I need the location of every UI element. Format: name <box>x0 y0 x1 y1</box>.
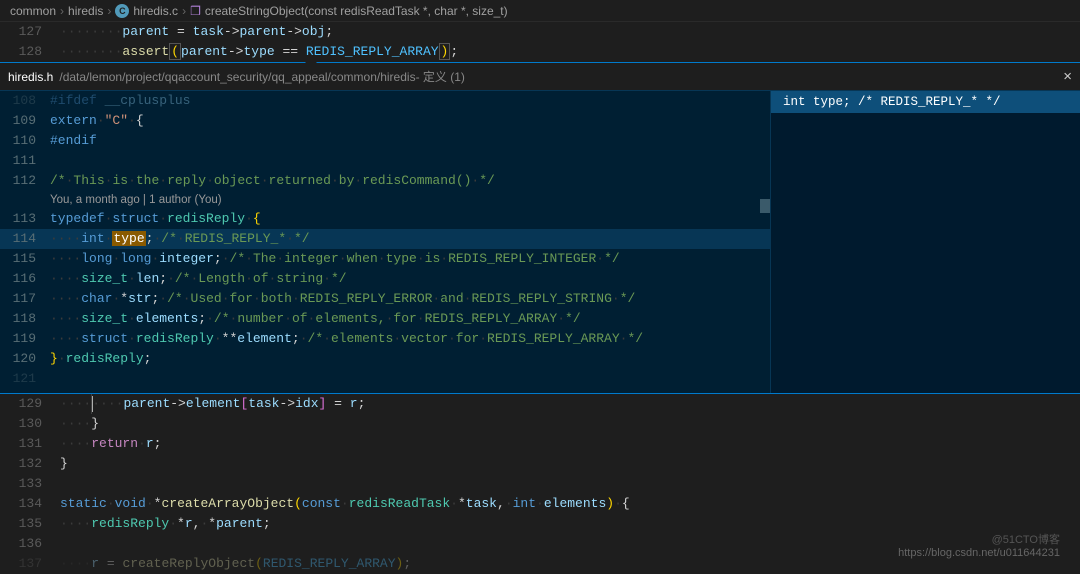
code-line[interactable]: 113 typedef·struct·redisReply·{ <box>0 209 770 229</box>
peek-title-suffix: - 定义 (1) <box>416 68 465 85</box>
line-number: 113 <box>0 209 50 229</box>
editor-main[interactable]: 127 ········parent = task->parent->obj; … <box>0 22 1080 62</box>
line-number: 121 <box>0 369 50 389</box>
line-number: 129 <box>0 394 60 414</box>
line-number: 127 <box>0 22 60 42</box>
line-number: 136 <box>0 534 60 554</box>
breadcrumb[interactable]: common › hiredis › C hiredis.c › ❒ creat… <box>0 0 1080 22</box>
code-line[interactable]: 128 ········assert(parent->type == REDIS… <box>0 42 1080 62</box>
peek-view: hiredis.h /data/lemon/project/qqaccount_… <box>0 62 1080 394</box>
peek-file-name[interactable]: hiredis.h <box>8 70 53 84</box>
line-number: 109 <box>0 111 50 131</box>
line-number: 116 <box>0 269 50 289</box>
line-number: 130 <box>0 414 60 434</box>
code-line[interactable]: 110 #endif <box>0 131 770 151</box>
peek-file-path: /data/lemon/project/qqaccount_security/q… <box>59 70 415 84</box>
line-number: 119 <box>0 329 50 349</box>
symbol-method-icon: ❒ <box>190 4 201 18</box>
code-line[interactable]: 108 #ifdef __cplusplus <box>0 91 770 111</box>
code-line[interactable]: 116 ····size_t·len;·/*·Length·of·string·… <box>0 269 770 289</box>
code-line[interactable]: 133 <box>0 474 1080 494</box>
breadcrumb-part[interactable]: hiredis <box>68 4 103 18</box>
code-line[interactable]: 119 ····struct·redisReply·**element;·/*·… <box>0 329 770 349</box>
line-number: 132 <box>0 454 60 474</box>
line-number: 111 <box>0 151 50 171</box>
code-line[interactable]: 117 ····char·*str;·/*·Used·for·both·REDI… <box>0 289 770 309</box>
line-number: 117 <box>0 289 50 309</box>
line-number: 128 <box>0 42 60 62</box>
peek-header: hiredis.h /data/lemon/project/qqaccount_… <box>0 63 1080 91</box>
c-file-icon: C <box>115 4 129 18</box>
line-number: 115 <box>0 249 50 269</box>
code-line[interactable]: 111 <box>0 151 770 171</box>
code-line[interactable]: 118 ····size_t·elements;·/*·number·of·el… <box>0 309 770 329</box>
breadcrumb-symbol[interactable]: createStringObject(const redisReadTask *… <box>205 4 508 18</box>
line-number: 134 <box>0 494 60 514</box>
line-number: 118 <box>0 309 50 329</box>
code-line[interactable]: 130 ····} <box>0 414 1080 434</box>
line-number: 131 <box>0 434 60 454</box>
close-icon[interactable]: × <box>1063 68 1072 85</box>
line-number: 110 <box>0 131 50 151</box>
peek-arrow-icon <box>305 57 317 63</box>
line-number: 133 <box>0 474 60 494</box>
peek-references-list[interactable]: int type; /* REDIS_REPLY_* */ <box>770 91 1080 393</box>
watermark: @51CTO博客 https://blog.csdn.net/u01164423… <box>898 531 1060 559</box>
code-line[interactable]: 109 extern·"C"·{ <box>0 111 770 131</box>
peek-editor[interactable]: 108 #ifdef __cplusplus 109 extern·"C"·{ … <box>0 91 770 393</box>
code-line[interactable]: 134 static·void·*createArrayObject(const… <box>0 494 1080 514</box>
line-number: 108 <box>0 91 50 111</box>
code-line[interactable]: 129 ········parent->element[task->idx] =… <box>0 394 1080 414</box>
code-line[interactable]: 120 }·redisReply; <box>0 349 770 369</box>
line-number: 114 <box>0 229 50 249</box>
codelens[interactable]: You, a month ago | 1 author (You) <box>0 191 770 209</box>
line-number: 137 <box>0 554 60 574</box>
code-line[interactable]: 114 ····int·type;·/*·REDIS_REPLY_*·*/ <box>0 229 770 249</box>
line-number: 120 <box>0 349 50 369</box>
code-line[interactable]: 132 } <box>0 454 1080 474</box>
code-line[interactable]: 127 ········parent = task->parent->obj; <box>0 22 1080 42</box>
code-line[interactable]: 112 /*·This·is·the·reply·object·returned… <box>0 171 770 191</box>
code-line[interactable]: 121 <box>0 369 770 389</box>
breadcrumb-part[interactable]: common <box>10 4 56 18</box>
chevron-right-icon: › <box>107 4 111 18</box>
line-number: 135 <box>0 514 60 534</box>
code-line[interactable]: 131 ····return·r; <box>0 434 1080 454</box>
chevron-right-icon: › <box>182 4 186 18</box>
chevron-right-icon: › <box>60 4 64 18</box>
line-number: 112 <box>0 171 50 191</box>
code-line[interactable]: 115 ····long·long·integer;·/*·The·intege… <box>0 249 770 269</box>
peek-scrollbar[interactable] <box>756 91 770 389</box>
scrollbar-marker <box>760 199 770 213</box>
peek-reference-item[interactable]: int type; /* REDIS_REPLY_* */ <box>771 91 1080 113</box>
breadcrumb-file[interactable]: hiredis.c <box>133 4 178 18</box>
